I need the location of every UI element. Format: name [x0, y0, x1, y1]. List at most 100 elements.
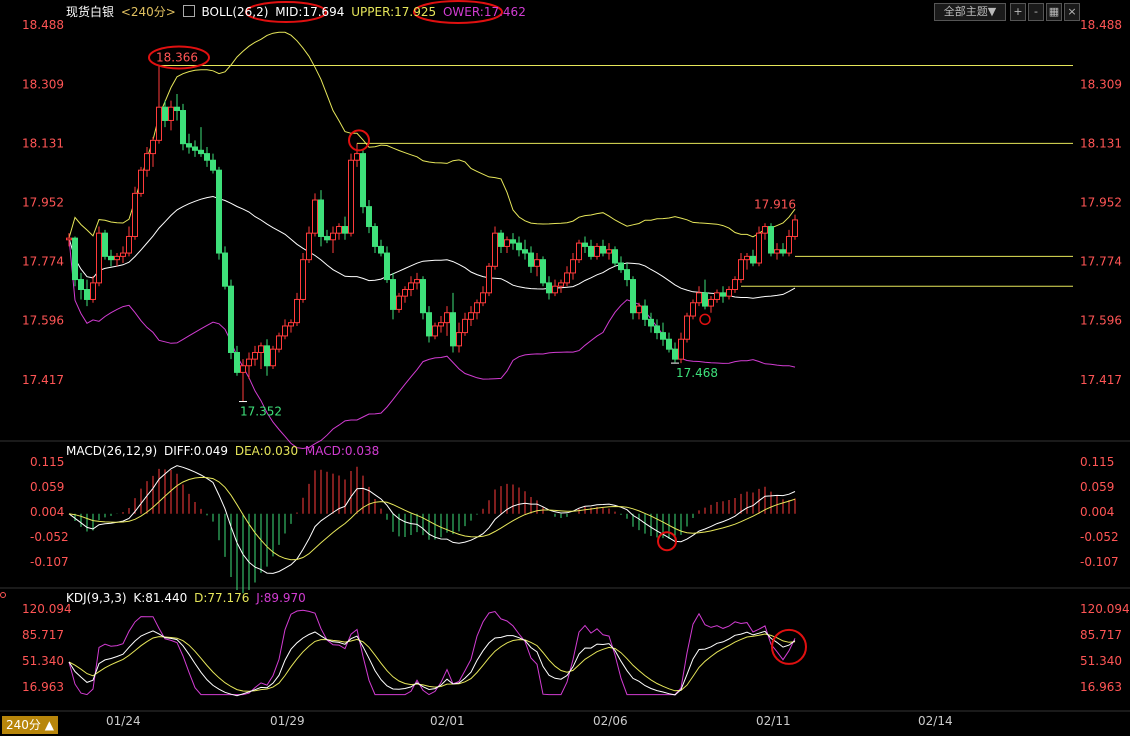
high-price-label: 17.916 — [754, 198, 796, 212]
candle-body — [252, 351, 258, 360]
candle-body — [444, 312, 450, 324]
candle-body — [462, 318, 468, 334]
high-price-label: 18.366 — [156, 50, 198, 64]
candle-body — [126, 235, 132, 254]
candle-body — [612, 249, 618, 264]
panel-marker-icon — [0, 592, 6, 598]
candle-body — [132, 192, 138, 237]
candle-body — [216, 169, 222, 254]
period-tag: <240分> — [120, 5, 176, 19]
candle-body — [342, 226, 348, 234]
candle-body — [666, 338, 672, 350]
kdj-d-line — [68, 633, 796, 692]
candle-body — [294, 298, 300, 324]
candle-body — [618, 262, 624, 271]
candle-body — [480, 292, 486, 304]
y-tick-label: 18.309 — [1080, 77, 1122, 91]
candle-body — [324, 235, 330, 241]
candle-body — [558, 282, 564, 287]
candle-body — [306, 232, 312, 261]
candle-body — [570, 259, 576, 274]
candle-body — [96, 232, 102, 284]
candle-body — [732, 279, 738, 291]
candle-body — [312, 199, 318, 234]
candle-body — [66, 237, 72, 241]
candle-body — [756, 232, 762, 264]
y-tick-label: -0.052 — [30, 530, 69, 544]
minus-icon[interactable]: - — [1028, 3, 1044, 21]
y-tick-label: 51.340 — [22, 654, 64, 668]
candle-body — [768, 226, 774, 254]
y-tick-label: 17.417 — [1080, 373, 1122, 387]
y-tick-label: -0.052 — [1080, 530, 1119, 544]
y-tick-label: 120.094 — [1080, 602, 1130, 616]
candle-body — [564, 272, 570, 284]
candle-body — [540, 259, 546, 284]
candle-body — [174, 106, 180, 112]
candle-body — [402, 289, 408, 297]
candle-body — [414, 279, 420, 284]
candle-body — [654, 325, 660, 334]
period-button[interactable]: 240分 ▲ — [2, 716, 58, 734]
date-label: 01/24 — [106, 714, 141, 728]
close-icon[interactable]: × — [1064, 3, 1080, 21]
candle-body — [354, 153, 360, 161]
candle-body — [672, 348, 678, 360]
theme-button[interactable]: 全部主题▼ — [934, 3, 1006, 21]
candle-body — [276, 335, 282, 350]
candle-body — [744, 255, 750, 261]
candle-body — [648, 318, 654, 327]
candle-body — [630, 279, 636, 314]
kdj-header: KDJ(9,3,3) K:81.440 D:77.176 J:89.970 — [66, 589, 309, 607]
date-label: 02/06 — [593, 714, 628, 728]
candle-body — [180, 110, 186, 145]
kdj-j-line — [68, 609, 796, 696]
candle-body — [420, 279, 426, 314]
highlight-circle — [348, 129, 370, 152]
y-tick-label: 0.059 — [30, 480, 64, 494]
candle-body — [108, 255, 114, 261]
candle-body — [486, 265, 492, 294]
candle-body — [726, 289, 732, 297]
candle-body — [600, 245, 606, 254]
y-tick-label: 0.115 — [30, 455, 64, 469]
candle-body — [282, 325, 288, 337]
candle-body — [468, 312, 474, 320]
candle-body — [624, 269, 630, 281]
macd-label: MACD(26,12,9) — [66, 444, 158, 458]
candle-body — [702, 292, 708, 307]
candle-body — [426, 312, 432, 337]
y-tick-label: 17.952 — [1080, 196, 1122, 210]
candle-body — [690, 302, 696, 317]
kdj-k: K:81.440 — [133, 591, 188, 605]
candle-body — [474, 302, 480, 314]
candle-body — [510, 239, 516, 244]
boll-label: BOLL(26,2) — [201, 5, 269, 19]
candle-body — [504, 239, 510, 247]
highlight-circle — [657, 531, 677, 552]
candle-body — [156, 106, 162, 141]
candle-body — [396, 295, 402, 310]
candle-body — [762, 226, 768, 234]
candle-body — [678, 338, 684, 360]
y-tick-label: 51.340 — [1080, 654, 1122, 668]
candle-body — [492, 232, 498, 267]
candle-body — [240, 365, 246, 373]
chart-canvas[interactable]: 18.488 18.488 18.309 18.309 18.131 18.131 17.9… — [0, 0, 1130, 736]
grid-icon[interactable]: ▦ — [1046, 3, 1062, 21]
add-icon[interactable]: + — [1010, 3, 1026, 21]
candle-body — [522, 249, 528, 254]
y-tick-label: 17.774 — [22, 255, 64, 269]
candle-body — [234, 351, 240, 373]
candle-body — [330, 232, 336, 241]
kdj-d: D:77.176 — [194, 591, 250, 605]
y-tick-label: 0.004 — [1080, 505, 1114, 519]
candle-body — [438, 322, 444, 327]
candle-body — [78, 279, 84, 291]
y-tick-label: -0.107 — [1080, 555, 1119, 569]
candle-body — [72, 237, 78, 281]
date-label: 02/11 — [756, 714, 791, 728]
low-price-label: 17.468 — [676, 366, 718, 380]
boll-icon — [182, 5, 195, 17]
y-tick-label: 85.717 — [22, 628, 64, 642]
